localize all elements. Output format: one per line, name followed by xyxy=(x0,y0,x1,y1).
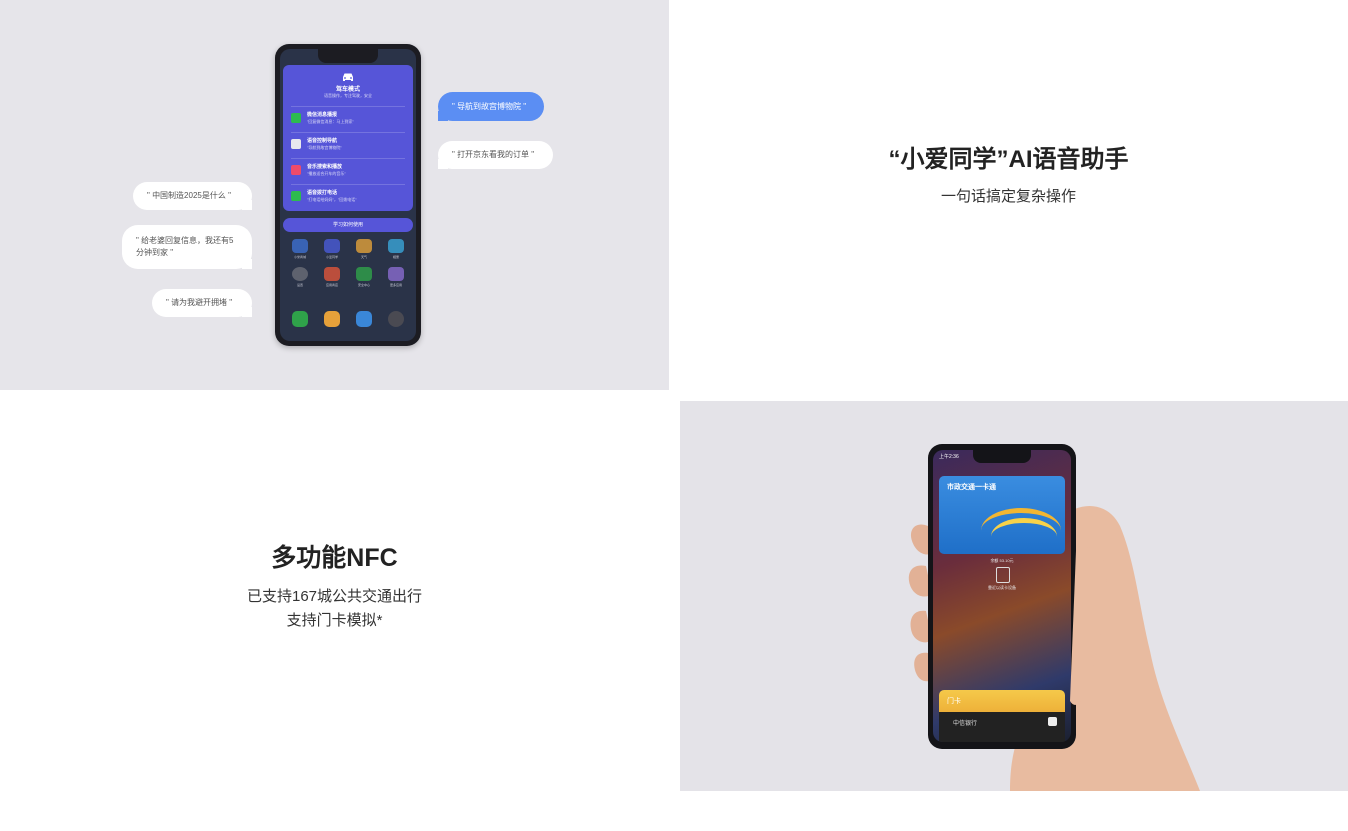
bubble-text: " 中国制造2025是什么 " xyxy=(147,191,231,200)
bubble-china2025: " 中国制造2025是什么 " xyxy=(133,182,252,210)
bubble-navigate: " 导航到故宫博物院 " xyxy=(438,92,544,121)
feature-title: 语音拨打电话 xyxy=(307,190,338,196)
music-icon xyxy=(291,165,301,175)
microphone-icon xyxy=(291,139,301,149)
bubble-jd: " 打开京东看我的订单 " xyxy=(438,141,553,169)
nfc-transit-line: 已支持167城公共交通出行 xyxy=(246,588,423,605)
phone-icon[interactable] xyxy=(292,311,308,327)
ai-assistant-title: “小爱同学”AI语音助手 xyxy=(888,146,1129,173)
app-label: 天气 xyxy=(360,255,367,259)
nfc-title: 多功能NFC xyxy=(271,544,398,572)
ai-assistant-subtitle: 一句话搞定复杂操作 xyxy=(940,188,1076,205)
driving-mode-sheet: 驾车模式 语音操作，专注驾驶，安全 微信消息播报 "回复微信消息：马上到家" 语… xyxy=(283,65,413,211)
bubble-text: " 导航到故宫博物院 " xyxy=(452,102,527,111)
phone-screen: 驾车模式 语音操作，专注驾驶，安全 微信消息播报 "回复微信消息：马上到家" 语… xyxy=(280,49,416,341)
bubble-text: " 给老婆回复信息，我还有5分钟到家 " xyxy=(136,236,234,257)
nfc-phone-panel: 上午2:36 市政交通一卡通 余额 53.10元 靠近以读卡设备 门卡 中信银行 xyxy=(680,401,1348,791)
wechat-icon xyxy=(291,113,301,123)
message-icon[interactable] xyxy=(324,311,340,327)
grid-icon[interactable] xyxy=(388,267,404,281)
shield-icon[interactable] xyxy=(356,267,372,281)
nfc-door-card-line: 支持门卡模拟* xyxy=(286,612,383,629)
driving-mode-title: 驾车模式 xyxy=(335,87,360,93)
feature-title: 微信消息播报 xyxy=(307,112,338,118)
phone-notch xyxy=(318,49,378,63)
app-label: 更多应用 xyxy=(389,283,402,287)
camera-icon[interactable] xyxy=(388,311,404,327)
driving-mode-subtitle: 语音操作，专注驾驶，安全 xyxy=(324,93,372,98)
phone-notch xyxy=(973,450,1031,463)
app-icon[interactable] xyxy=(388,239,404,253)
nfc-text-panel: 多功能NFC 已支持167城公共交通出行 支持门卡模拟* xyxy=(0,390,680,831)
status-time: 上午2:36 xyxy=(939,454,959,460)
settings-icon[interactable] xyxy=(292,267,308,281)
app-icon[interactable] xyxy=(356,239,372,253)
phone-mockup: 驾车模式 语音操作，专注驾驶，安全 微信消息播报 "回复微信消息：马上到家" 语… xyxy=(275,44,421,346)
app-label: 安全中心 xyxy=(357,283,370,287)
bubble-avoid-traffic: " 请为我避开拥堵 " xyxy=(152,289,252,317)
feature-navigation[interactable]: 语音控制导航 "导航到故宫博物院" xyxy=(291,132,405,155)
ai-assistant-text-panel: “小爱同学”AI语音助手 一句话搞定复杂操作 xyxy=(669,0,1348,401)
app-label: 相册 xyxy=(392,255,399,259)
feature-call[interactable]: 语音拨打电话 "打电话给妈妈"，"回拨电话" xyxy=(291,184,405,207)
feature-wechat[interactable]: 微信消息播报 "回复微信消息：马上到家" xyxy=(291,106,405,129)
car-icon xyxy=(343,73,353,81)
feature-desc: "播放适合开车的音乐" xyxy=(307,171,346,176)
bubble-wife: " 给老婆回复信息，我还有5分钟到家 " xyxy=(122,225,252,269)
feature-title: 音乐搜索和播放 xyxy=(307,164,343,170)
phone-call-icon xyxy=(291,191,301,201)
app-icon[interactable] xyxy=(324,267,340,281)
feature-title: 语音控制导航 xyxy=(307,138,338,144)
app-icon[interactable] xyxy=(324,239,340,253)
app-icon[interactable] xyxy=(292,239,308,253)
bubble-text: " 打开京东看我的订单 " xyxy=(452,150,535,159)
feature-desc: "回复微信消息：马上到家" xyxy=(307,119,354,124)
learn-how-button[interactable]: 学习如何使用 xyxy=(283,218,413,232)
feature-music[interactable]: 音乐搜索和播放 "播放适合开车的音乐" xyxy=(291,158,405,181)
bubble-text: " 请为我避开拥堵 " xyxy=(166,298,233,307)
app-label: 小爱同学 xyxy=(325,255,338,259)
phone-dock xyxy=(288,311,408,331)
app-label: 应用商店 xyxy=(325,283,338,287)
browser-icon[interactable] xyxy=(356,311,372,327)
feature-desc: "导航到故宫博物院" xyxy=(307,145,342,150)
app-label: 设置 xyxy=(296,283,303,287)
app-label: 小米商城 xyxy=(293,255,306,259)
feature-desc: "打电话给妈妈"，"回拨电话" xyxy=(307,197,357,202)
voice-assistant-panel: " 导航到故宫博物院 " " 打开京东看我的订单 " " 中国制造2025是什么… xyxy=(0,0,669,390)
